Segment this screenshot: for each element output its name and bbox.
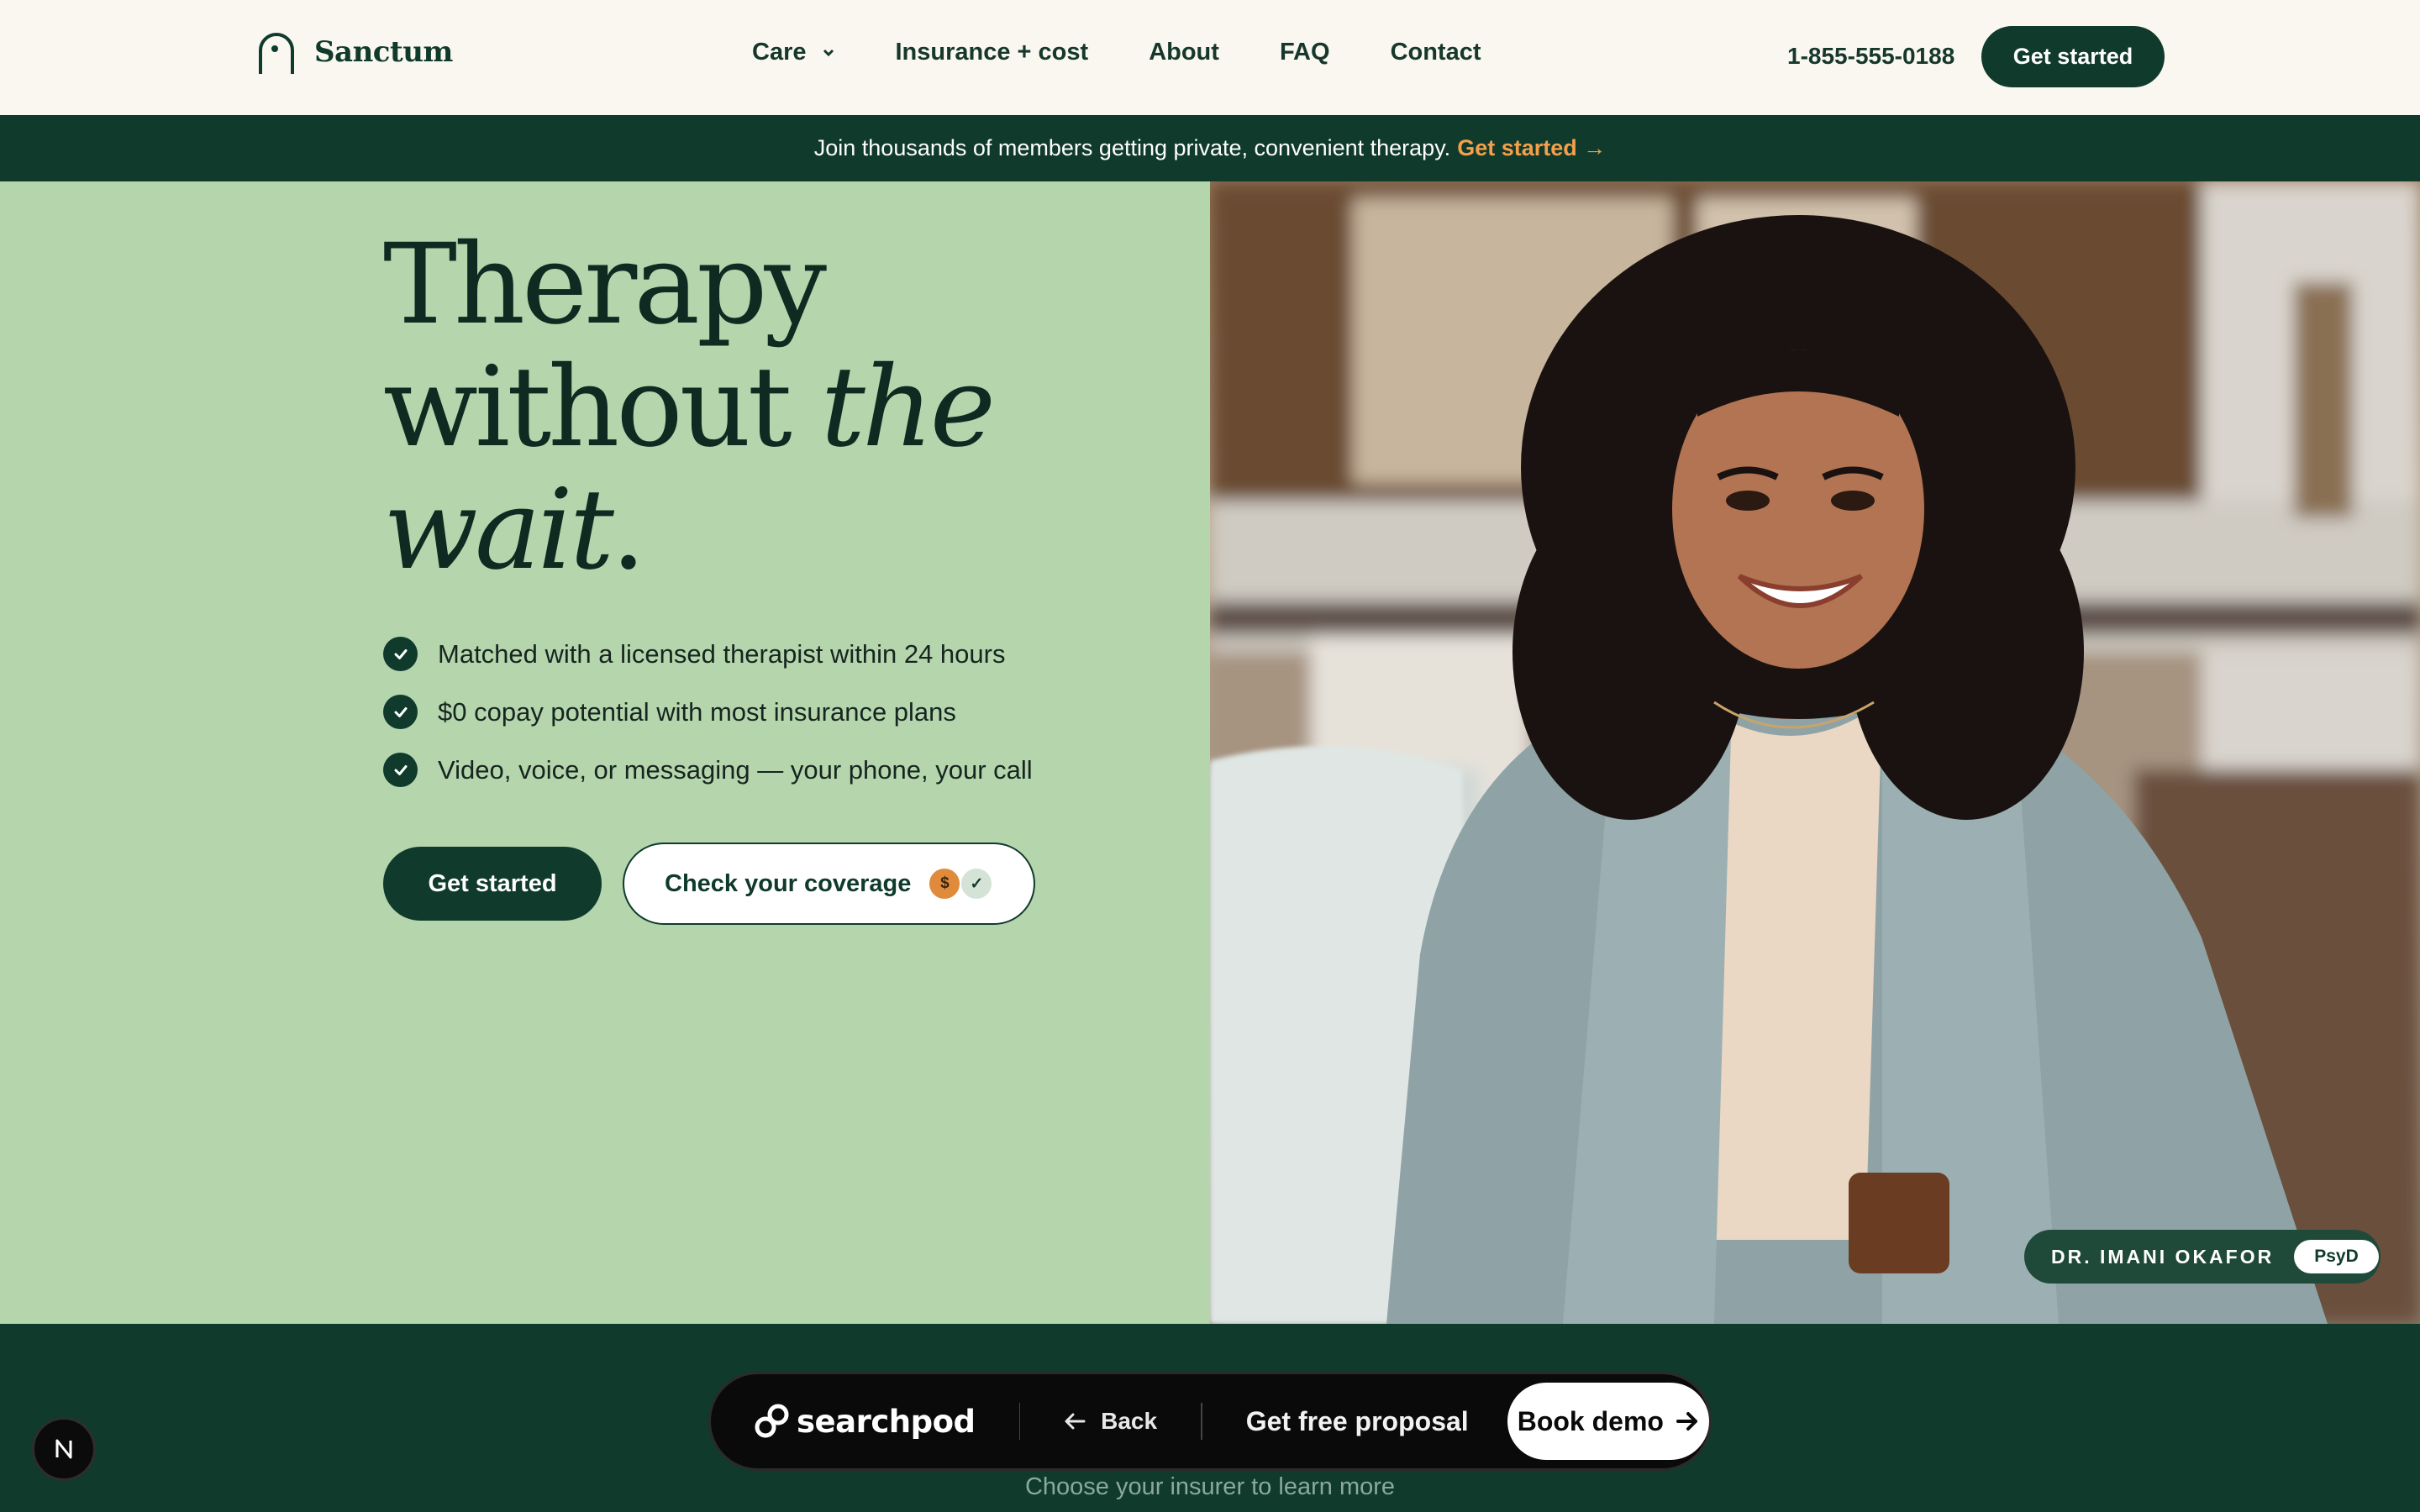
feature-text: Video, voice, or messaging — your phone,… xyxy=(438,754,1033,785)
get-free-proposal-link[interactable]: Get free proposal xyxy=(1246,1406,1469,1437)
nav-faq[interactable]: FAQ xyxy=(1280,39,1330,66)
arrow-left-icon xyxy=(1065,1413,1086,1430)
book-demo-label: Book demo xyxy=(1517,1405,1664,1436)
announcement-link[interactable]: Get started → xyxy=(1457,135,1606,161)
dev-tools-badge[interactable] xyxy=(32,1417,96,1481)
searchpod-logo[interactable]: searchpod xyxy=(753,1402,976,1441)
nav-about[interactable]: About xyxy=(1149,39,1219,66)
headline-line-1: Therapy xyxy=(383,220,827,349)
checkmark-icon xyxy=(383,637,418,671)
checkmark-icon xyxy=(383,753,418,787)
chevron-down-icon xyxy=(823,49,834,56)
headline-period: . xyxy=(610,465,646,595)
hero-therapist-photo xyxy=(1210,181,2420,1324)
headline-the: the xyxy=(820,343,996,472)
headline-line-2: without the xyxy=(383,343,996,472)
headline-without: without xyxy=(383,343,821,472)
feature-text: $0 copay potential with most insurance p… xyxy=(438,696,956,727)
nav-care[interactable]: Care xyxy=(752,39,835,66)
toolbar-divider xyxy=(1018,1403,1021,1440)
hero-headline: Therapy without the wait. xyxy=(383,220,996,591)
headline-line-3: wait. xyxy=(383,469,992,591)
site-header: Sanctum Care Insurance + cost About FAQ … xyxy=(0,0,2420,115)
therapist-name: DR. IMANI OKAFOR xyxy=(2051,1245,2275,1268)
therapist-credential: PsyD xyxy=(2294,1240,2379,1273)
feature-item: Video, voice, or messaging — your phone,… xyxy=(383,741,1033,799)
check-coverage-label: Check your coverage xyxy=(665,869,912,897)
brand-logo[interactable]: Sanctum xyxy=(257,30,453,74)
feature-list: Matched with a licensed therapist within… xyxy=(383,625,1033,799)
book-demo-button[interactable]: Book demo xyxy=(1507,1383,1709,1460)
feature-item: Matched with a licensed therapist within… xyxy=(383,625,1033,683)
therapist-badge: DR. IMANI OKAFOR PsyD xyxy=(2024,1230,2381,1284)
header-get-started-button[interactable]: Get started xyxy=(1981,26,2165,87)
searchpod-toolbar: searchpod Back Get free proposal Book de… xyxy=(708,1372,1712,1471)
dollar-icon: $ xyxy=(928,867,962,900)
check-coverage-button[interactable]: Check your coverage $ ✓ xyxy=(623,843,1035,925)
headline-wait: wait xyxy=(383,465,614,595)
checkmark-icon xyxy=(383,695,418,729)
arrow-right-icon xyxy=(1676,1412,1697,1431)
phone-link[interactable]: 1-855-555-0188 xyxy=(1787,43,1954,70)
announcement-bar: Join thousands of members getting privat… xyxy=(0,115,2420,181)
hero-get-started-button[interactable]: Get started xyxy=(383,847,602,921)
announcement-text: Join thousands of members getting privat… xyxy=(813,135,1451,160)
arch-logo-icon xyxy=(259,33,294,74)
searchpod-logo-icon xyxy=(755,1404,789,1438)
insurer-hint-text: Choose your insurer to learn more xyxy=(1024,1473,1396,1500)
nav-care-label: Care xyxy=(752,39,807,66)
back-button[interactable]: Back xyxy=(1064,1408,1157,1435)
back-label: Back xyxy=(1101,1408,1158,1434)
searchpod-wordmark: searchpod xyxy=(797,1403,976,1440)
nav-contact[interactable]: Contact xyxy=(1391,39,1481,66)
feature-text: Matched with a licensed therapist within… xyxy=(438,638,1006,669)
main-nav: Care Insurance + cost About FAQ Contact xyxy=(752,39,1481,66)
toolbar-divider xyxy=(1201,1403,1202,1440)
nav-insurance[interactable]: Insurance + cost xyxy=(896,39,1089,66)
therapist-photo-illustration xyxy=(1210,181,2420,1324)
check-circle-icon: ✓ xyxy=(960,867,994,900)
n-logo-icon xyxy=(55,1439,72,1459)
feature-item: $0 copay potential with most insurance p… xyxy=(383,683,1033,741)
brand-name: Sanctum xyxy=(314,35,453,69)
